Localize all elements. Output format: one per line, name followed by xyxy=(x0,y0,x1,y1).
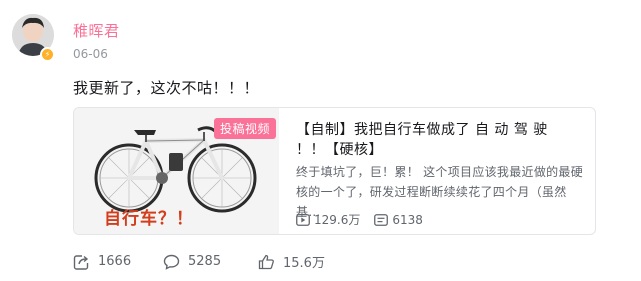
forward-button[interactable]: 1666 xyxy=(73,252,163,271)
danmaku-count-value: 6138 xyxy=(392,212,423,227)
like-count: 15.6万 xyxy=(283,256,325,271)
play-count-value: 129.6万 xyxy=(314,213,361,227)
contribution-tag: 投稿视频 xyxy=(214,118,277,139)
like-button[interactable]: 15.6万 xyxy=(258,252,325,271)
action-bar: 1666 5285 15.6万 xyxy=(73,252,325,271)
lightning-icon: ⚡ xyxy=(40,47,55,62)
play-count: 129.6万 xyxy=(296,211,360,228)
forward-count: 1666 xyxy=(98,254,132,269)
post-date: 06-06 xyxy=(73,47,108,61)
video-thumbnail[interactable]: 投稿视频 自行车？！ xyxy=(74,108,279,234)
danmaku-icon xyxy=(374,213,389,226)
thumbs-up-icon xyxy=(258,254,274,269)
forward-icon xyxy=(73,254,89,270)
video-title[interactable]: 【自制】我把自行车做成了 自 动 驾 驶 ！！【硬核】 xyxy=(296,120,581,160)
video-card[interactable]: 投稿视频 自行车？！ 【自制】我把自行车做成了 自 动 驾 驶 ！！【硬核】 终… xyxy=(73,107,596,235)
post-text: 我更新了，这次不咕！！！ xyxy=(73,79,260,97)
comment-count: 5285 xyxy=(188,254,222,269)
video-stats: 129.6万 6138 xyxy=(296,211,423,228)
danmaku-count: 6138 xyxy=(374,213,423,227)
comment-icon xyxy=(163,254,180,270)
author-name[interactable]: 稚晖君 xyxy=(73,20,120,41)
play-icon xyxy=(296,213,310,226)
comment-button[interactable]: 5285 xyxy=(163,252,258,271)
thumbnail-caption: 自行车？！ xyxy=(104,209,194,229)
